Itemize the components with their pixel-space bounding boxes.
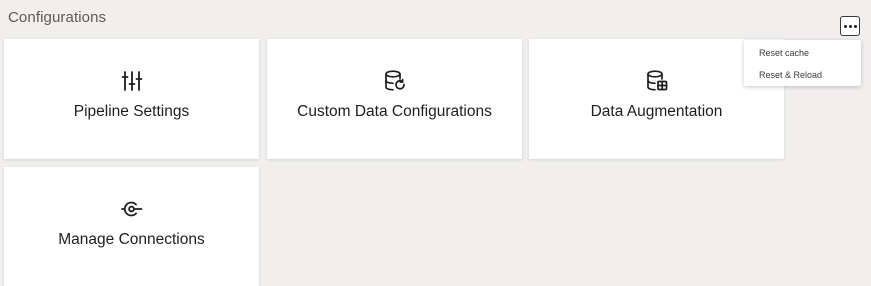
tile-label: Custom Data Configurations — [297, 103, 492, 120]
tile-custom-data-configurations[interactable]: Custom Data Configurations — [267, 39, 522, 159]
more-horizontal-icon — [843, 24, 847, 28]
more-horizontal-icon-dot — [848, 24, 852, 28]
more-actions-button[interactable] — [840, 16, 860, 36]
tile-manage-connections[interactable]: Manage Connections — [4, 167, 259, 286]
tile-pipeline-settings[interactable]: Pipeline Settings — [4, 39, 259, 159]
database-refresh-icon — [384, 70, 405, 91]
page-title: Configurations — [8, 9, 107, 26]
database-table-icon — [646, 70, 667, 91]
sliders-icon — [121, 71, 142, 91]
tile-label: Data Augmentation — [590, 103, 723, 120]
menu-item-reset-cache[interactable]: Reset cache — [759, 48, 809, 58]
overflow-menu: Reset cache Reset & Reload — [744, 40, 861, 86]
tile-label: Manage Connections — [58, 231, 205, 248]
tile-label: Pipeline Settings — [73, 103, 190, 120]
connection-icon — [120, 201, 142, 217]
menu-item-reset-reload[interactable]: Reset & Reload — [759, 70, 822, 80]
more-horizontal-icon-dot — [853, 24, 857, 28]
